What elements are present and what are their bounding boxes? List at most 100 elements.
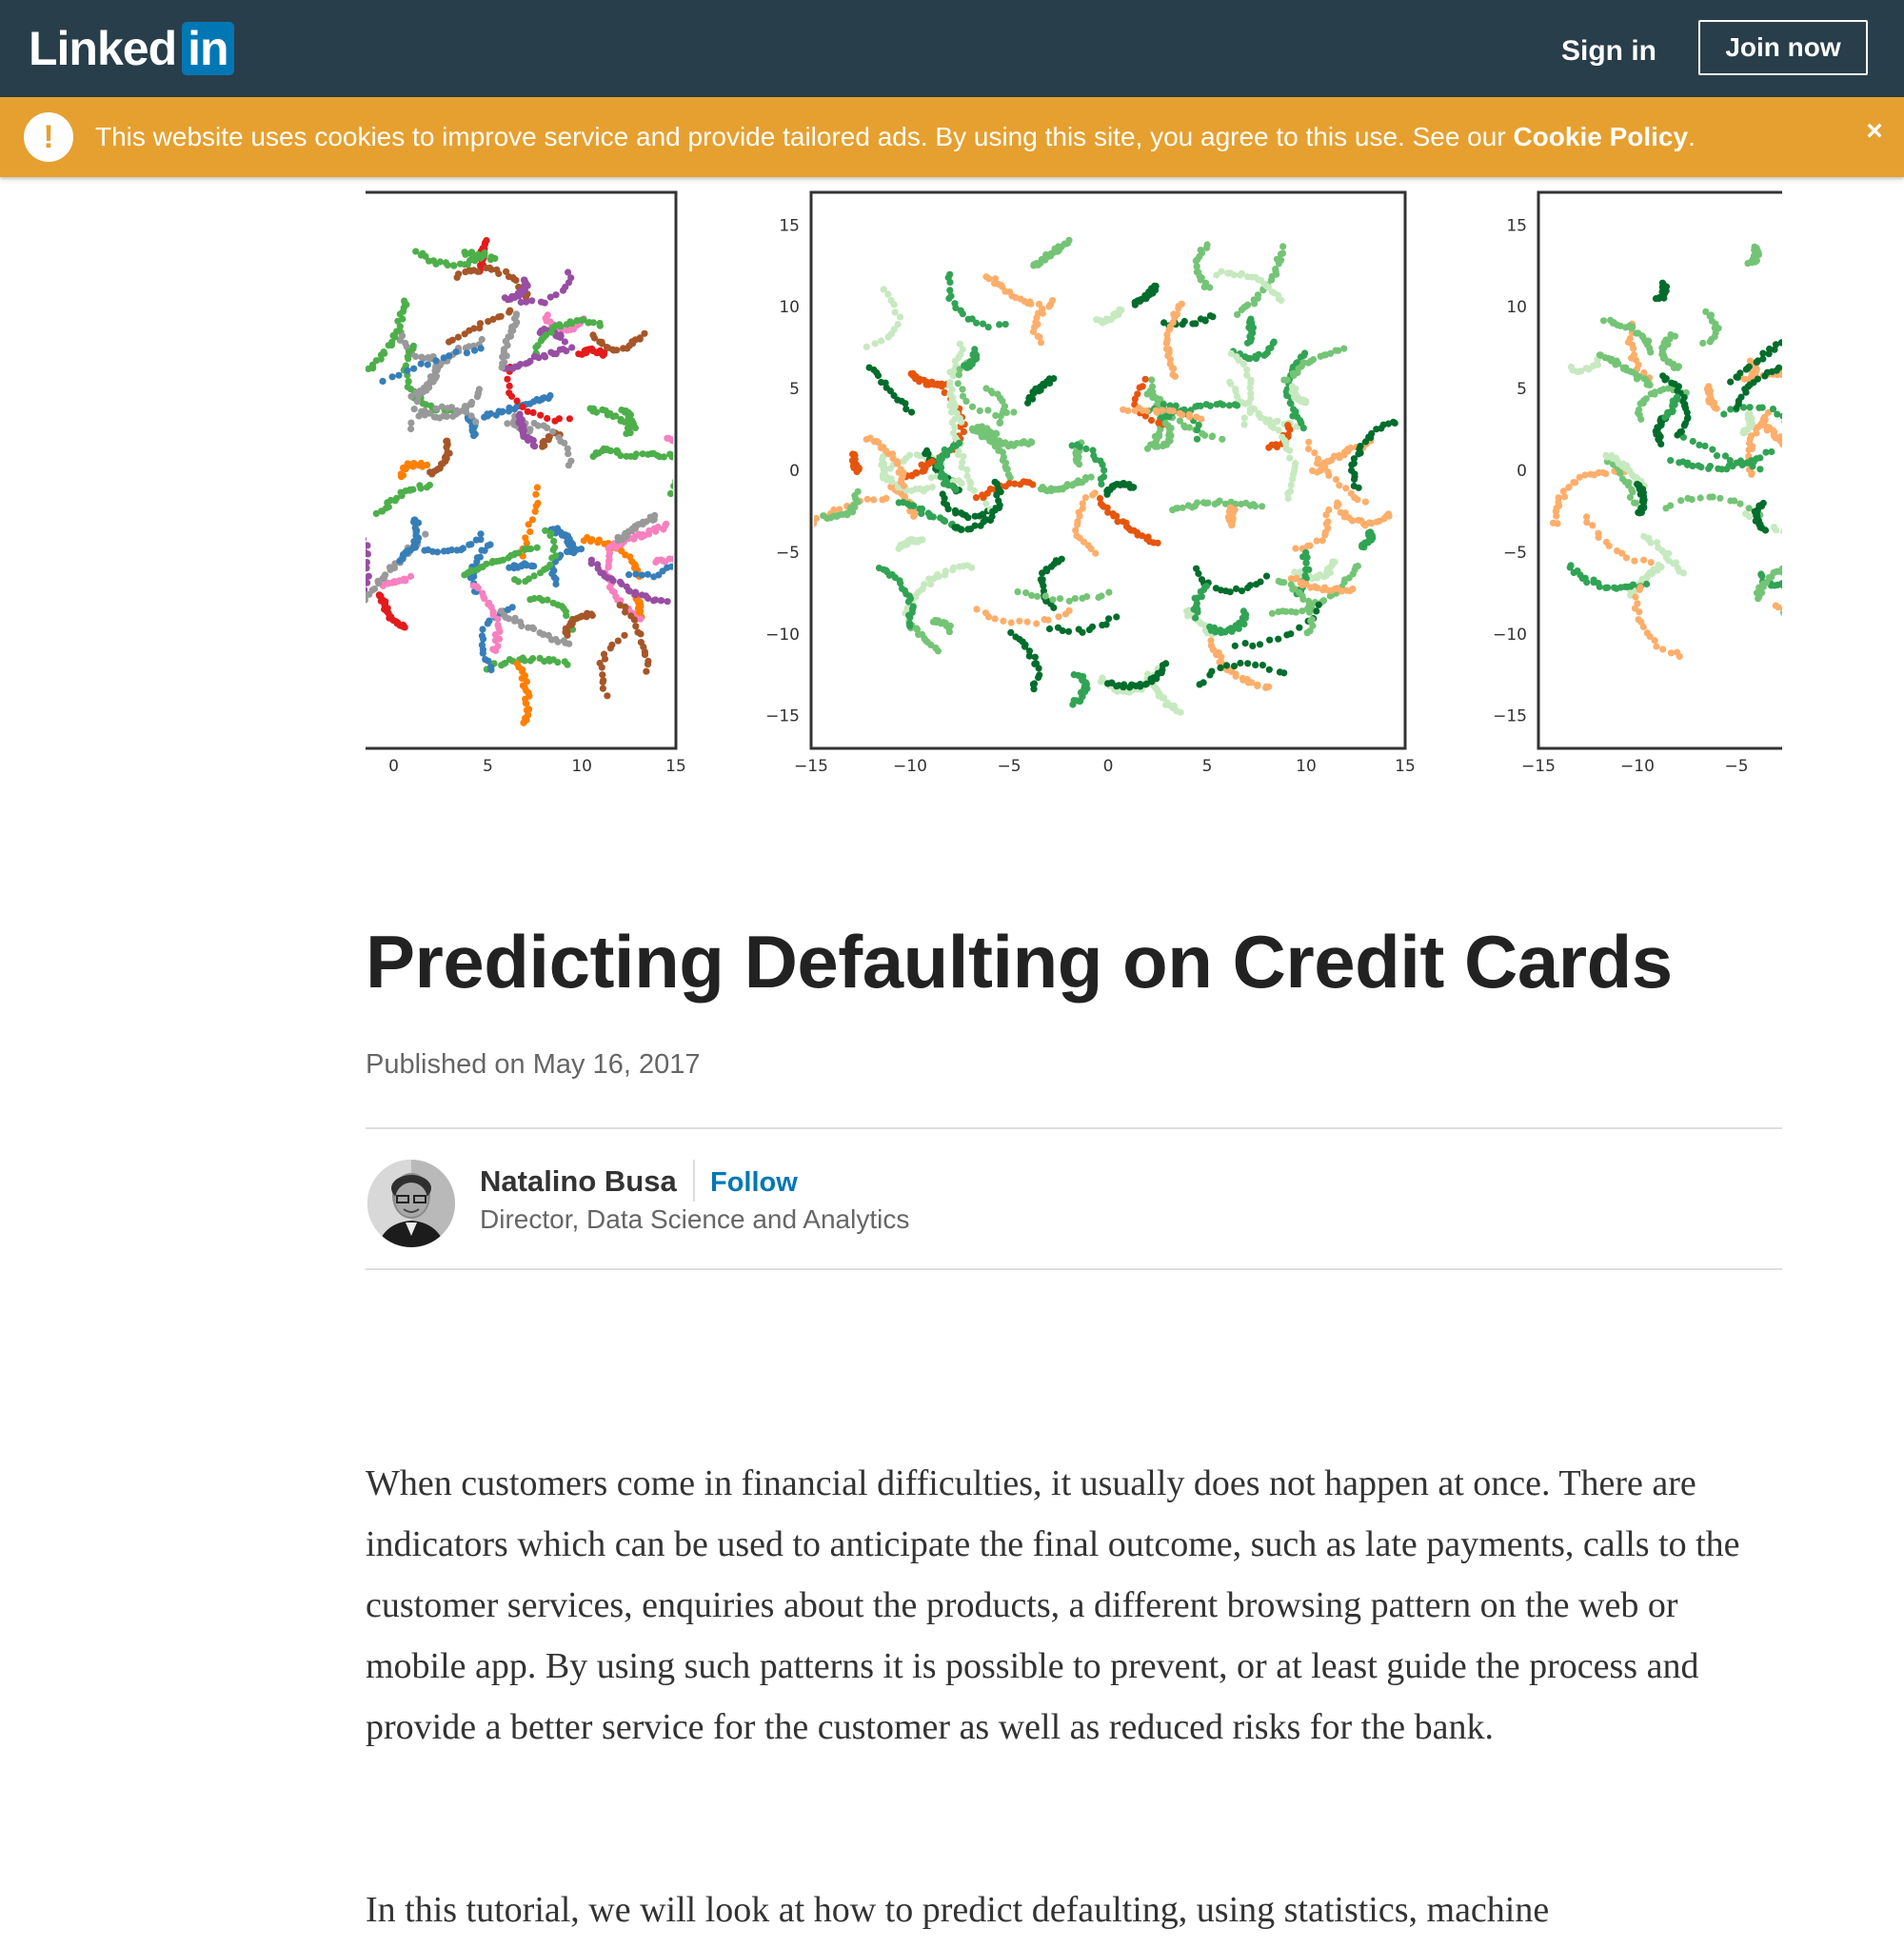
scatter-point [1198, 415, 1205, 423]
join-now-button[interactable]: Join now [1698, 20, 1868, 75]
scatter-point [497, 607, 505, 615]
scatter-point [926, 581, 935, 588]
scatter-point [1628, 325, 1636, 332]
scatter-point [1716, 494, 1724, 502]
scatter-point [1643, 629, 1651, 637]
scatter-point [971, 512, 979, 520]
scatter-point [594, 561, 602, 568]
scatter-point [402, 577, 409, 585]
scatter-point [1289, 385, 1297, 392]
scatter-point [448, 336, 456, 344]
scatter-point [702, 420, 708, 427]
scatter-point [596, 322, 604, 329]
scatter-point [469, 582, 477, 589]
scatter-point [1758, 404, 1766, 411]
scatter-point [388, 373, 396, 381]
scatter-point [891, 308, 899, 316]
linkedin-logo[interactable]: Linked in [29, 21, 234, 76]
scatter-point [1169, 370, 1177, 378]
scatter-point [951, 524, 959, 531]
scatter-point [1337, 508, 1344, 516]
scatter-point [498, 662, 506, 669]
scatter-point [1287, 630, 1295, 638]
scatter-point [1259, 662, 1266, 669]
scatter-point [1549, 519, 1557, 527]
scatter-point [1555, 494, 1562, 502]
scatter-point [1104, 680, 1112, 687]
scatter-point [683, 421, 689, 427]
scatter-point [1286, 487, 1295, 495]
scatter-point [973, 606, 981, 613]
scatter-point [1154, 539, 1161, 547]
scatter-point [527, 562, 536, 569]
scatter-point [1134, 390, 1141, 398]
scatter-point [504, 420, 511, 427]
scatter-point [525, 521, 532, 528]
scatter-point [1206, 402, 1214, 409]
scatter-point [677, 473, 684, 480]
scatter-point [694, 452, 701, 459]
scatter-point [482, 656, 489, 664]
scatter-point [625, 571, 633, 579]
scatter-point [1287, 481, 1295, 489]
scatter-cluster [666, 465, 718, 498]
scatter-point [1731, 497, 1738, 505]
scatter-point [1275, 577, 1282, 585]
scatter-point [1246, 384, 1254, 391]
scatter-point [690, 532, 697, 539]
scatter-point [1124, 407, 1132, 414]
scatter-point [407, 572, 415, 580]
scatter-point [680, 466, 686, 472]
scatter-point [608, 641, 616, 648]
scatter-point [410, 516, 418, 524]
scatter-point [690, 407, 697, 413]
sign-in-link[interactable]: Sign in [1561, 29, 1656, 74]
scatter-point [1631, 557, 1638, 565]
scatter-point [1565, 484, 1573, 491]
cookie-policy-link[interactable]: Cookie Policy [1513, 122, 1688, 151]
scatter-point [1631, 499, 1638, 507]
scatter-point [544, 424, 551, 431]
scatter-point [440, 354, 447, 362]
scatter-point [525, 624, 532, 631]
scatter-point [407, 419, 415, 427]
scatter-point [604, 692, 611, 700]
scatter-point [1667, 502, 1675, 509]
scatter-point [1635, 616, 1642, 624]
scatter-point [711, 465, 718, 471]
scatter-point [1239, 674, 1246, 683]
scatter-point [959, 386, 966, 393]
warning-icon: ! [24, 112, 73, 162]
scatter-point [679, 556, 685, 563]
scatter-point [1178, 300, 1185, 308]
scatter-cluster [678, 449, 704, 473]
scatter-point [964, 315, 972, 323]
scatter-point [1336, 482, 1343, 489]
scatter-point [702, 415, 708, 422]
scatter-point [1572, 479, 1579, 487]
scatter-point [424, 461, 431, 468]
scatter-point [1233, 402, 1240, 409]
scatter-point [1761, 372, 1769, 380]
scatter-point [422, 530, 429, 538]
scatter-chart-3: −15 −10 −5151050−5−10−15 [1493, 190, 1782, 776]
scatter-point [1347, 444, 1355, 451]
scatter-point [1081, 494, 1089, 502]
scatter-point [1733, 404, 1740, 412]
scatter-point [1169, 507, 1177, 514]
scatter-point [1308, 616, 1316, 624]
scatter-point [514, 578, 523, 586]
scatter-point [1151, 443, 1160, 450]
scatter-point [1065, 606, 1073, 614]
close-icon[interactable]: × [1860, 112, 1889, 150]
scatter-point [486, 541, 494, 548]
scatter-point [688, 542, 695, 548]
scatter-point [918, 509, 925, 517]
scatter-point [908, 408, 916, 416]
scatter-point [660, 453, 667, 461]
scatter-point [1065, 597, 1073, 605]
scatter-point [1198, 576, 1205, 584]
scatter-point [589, 319, 597, 327]
x-tick-label: 0 [1103, 757, 1114, 776]
scatter-point [684, 449, 690, 456]
